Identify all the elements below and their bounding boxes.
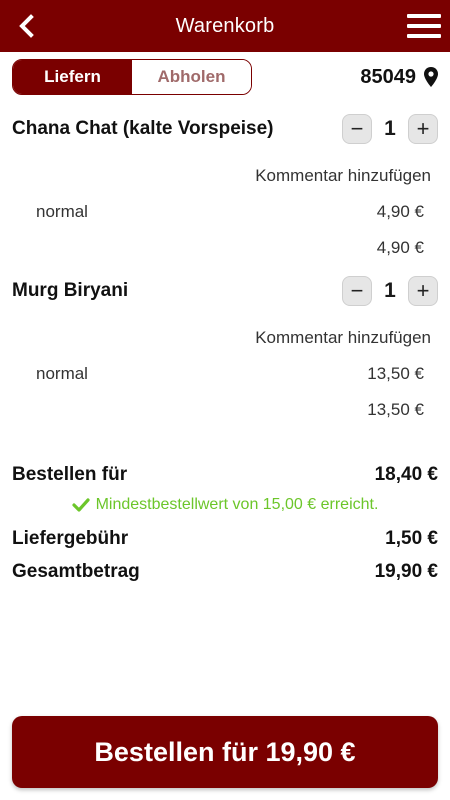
minimum-order-message: Mindestbestellwert von 15,00 € erreicht. — [95, 496, 379, 513]
toggle-option-liefern[interactable]: Liefern — [13, 60, 132, 94]
order-for-label: Bestellen für — [12, 464, 128, 485]
item-variant-row: normal 13,50 € — [12, 364, 438, 384]
order-summary: Bestellen für 18,40 € Mindestbestellwert… — [12, 460, 438, 587]
variant-name: normal — [36, 202, 88, 221]
map-pin-icon — [424, 67, 438, 87]
minimum-order-notice: Mindestbestellwert von 15,00 € erreicht. — [12, 490, 438, 520]
hamburger-menu-icon[interactable] — [406, 12, 442, 40]
variant-price: 13,50 € — [367, 364, 424, 383]
back-button[interactable] — [10, 10, 42, 42]
add-comment-link[interactable]: Kommentar hinzufügen — [12, 328, 431, 348]
toggle-option-abholen[interactable]: Abholen — [132, 60, 251, 94]
variant-price: 4,90 € — [376, 202, 424, 221]
total-label: Gesamtbetrag — [12, 561, 140, 582]
decrease-quantity-button[interactable]: − — [342, 276, 372, 306]
page-title: Warenkorb — [175, 14, 275, 37]
zip-code: 85049 — [360, 65, 416, 88]
app-header: Warenkorb — [0, 0, 450, 52]
increase-quantity-button[interactable]: + — [408, 276, 438, 306]
item-variant-row: normal 4,90 € — [12, 202, 438, 222]
increase-quantity-button[interactable]: + — [408, 114, 438, 144]
cart-item: Chana Chat (kalte Vorspeise) − 1 + Komme… — [12, 114, 438, 258]
variant-name: normal — [36, 364, 88, 383]
decrease-quantity-button[interactable]: − — [342, 114, 372, 144]
delivery-fee-value: 1,50 € — [385, 528, 438, 549]
item-subtotal: 4,90 € — [376, 238, 424, 257]
delivery-fee-label: Liefergebühr — [12, 528, 129, 549]
cart-item: Murg Biryani − 1 + Kommentar hinzufügen … — [12, 276, 438, 420]
quantity-stepper: − 1 + — [342, 114, 438, 144]
chevron-left-icon — [19, 14, 34, 38]
delivery-fee-row: Liefergebühr 1,50 € — [12, 524, 438, 554]
item-subtotal: 13,50 € — [367, 400, 424, 419]
place-order-button[interactable]: Bestellen für 19,90 € — [12, 716, 438, 788]
quantity-value: 1 — [384, 279, 396, 302]
order-for-row: Bestellen für 18,40 € — [12, 460, 438, 490]
item-name: Chana Chat (kalte Vorspeise) — [12, 118, 274, 139]
delivery-location[interactable]: 85049 — [360, 66, 438, 89]
order-for-value: 18,40 € — [374, 464, 438, 485]
total-row: Gesamtbetrag 19,90 € — [12, 557, 438, 587]
item-name: Murg Biryani — [12, 280, 129, 301]
delivery-toggle: Liefern Abholen — [12, 59, 252, 95]
total-value: 19,90 € — [374, 561, 438, 582]
add-comment-link[interactable]: Kommentar hinzufügen — [12, 166, 431, 186]
quantity-value: 1 — [384, 117, 396, 140]
checkmark-icon — [71, 498, 90, 512]
delivery-options-row: Liefern Abholen 85049 — [12, 59, 438, 95]
quantity-stepper: − 1 + — [342, 276, 438, 306]
